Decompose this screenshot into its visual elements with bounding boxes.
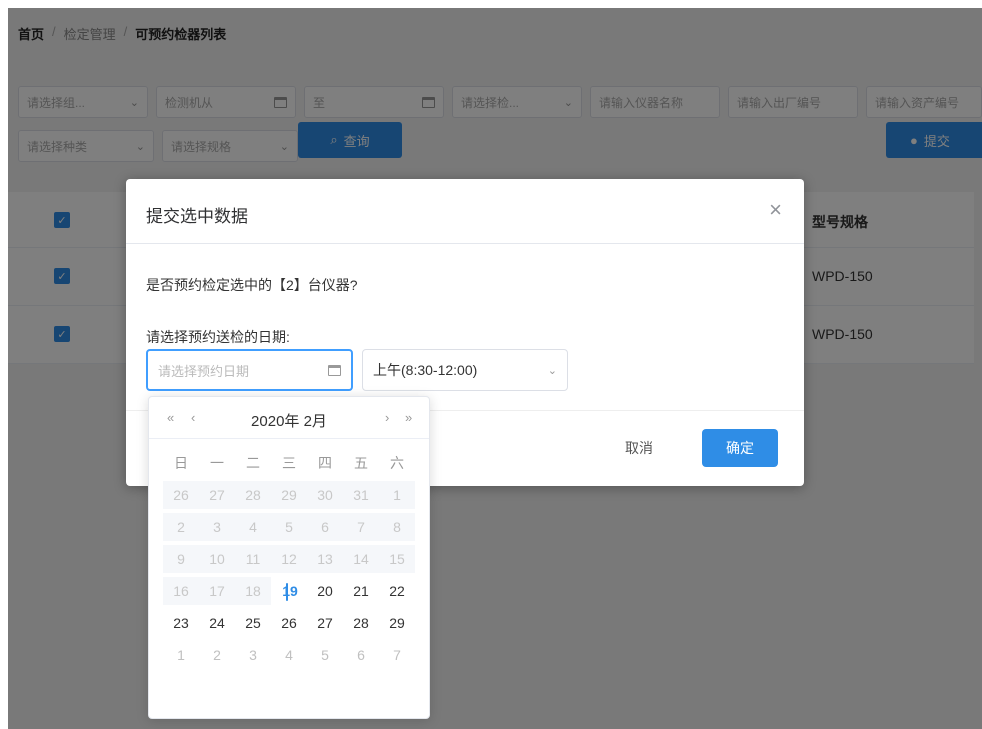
date-cell: 29	[271, 481, 307, 509]
date-cell[interactable]: 4	[271, 641, 307, 669]
date-grid: 日 一 二 三 四 五 六 26 27 28 29 30 31 1 2 3 4 …	[163, 447, 417, 671]
date-cell: 26	[163, 481, 199, 509]
date-cell: 27	[199, 481, 235, 509]
date-cell[interactable]: 27	[307, 609, 343, 637]
date-cell[interactable]: 24	[199, 609, 235, 637]
weekday-label: 五	[354, 455, 368, 471]
date-cell[interactable]: 29	[379, 609, 415, 637]
dialog-title: 提交选中数据	[146, 207, 248, 226]
next-year-icon[interactable]: »	[405, 410, 412, 425]
calendar-icon[interactable]	[328, 364, 341, 376]
weekday-label: 一	[210, 455, 224, 471]
week-row: 16 17 18 19 20 21 22	[163, 575, 417, 607]
week-row: 9 10 11 12 13 14 15	[163, 543, 417, 575]
date-picker-header: « ‹ 2020年 2月 › »	[149, 397, 429, 439]
date-cell[interactable]: 3	[235, 641, 271, 669]
date-cell: 15	[379, 545, 415, 573]
date-cell[interactable]: 26	[271, 609, 307, 637]
weekday-row: 日 一 二 三 四 五 六	[163, 447, 417, 479]
date-cell: 7	[343, 513, 379, 541]
date-cell-today[interactable]: 19	[271, 577, 307, 605]
date-cell[interactable]: 20	[307, 577, 343, 605]
date-cell[interactable]: 22	[379, 577, 415, 605]
dialog-message: 是否预约检定选中的【2】台仪器?	[146, 277, 358, 293]
date-cell[interactable]: 6	[343, 641, 379, 669]
date-cell: 10	[199, 545, 235, 573]
weekday-label: 日	[174, 455, 188, 471]
date-cell: 31	[343, 481, 379, 509]
date-cell[interactable]: 21	[343, 577, 379, 605]
date-cell: 12	[271, 545, 307, 573]
date-cell: 13	[307, 545, 343, 573]
close-icon[interactable]: ×	[769, 199, 782, 221]
weekday-label: 二	[246, 455, 260, 471]
date-cell[interactable]: 28	[343, 609, 379, 637]
week-row: 1 2 3 4 5 6 7	[163, 639, 417, 671]
date-cell: 30	[307, 481, 343, 509]
date-cell: 18	[235, 577, 271, 605]
time-slot-value: 上午(8:30-12:00)	[373, 362, 478, 378]
date-cell: 1	[379, 481, 415, 509]
date-cell[interactable]: 23	[163, 609, 199, 637]
date-cell: 2	[163, 513, 199, 541]
divider	[126, 243, 804, 244]
date-cell: 8	[379, 513, 415, 541]
confirm-button[interactable]: 确定	[702, 429, 778, 467]
date-cell[interactable]: 7	[379, 641, 415, 669]
date-cell: 6	[307, 513, 343, 541]
date-cell[interactable]: 1	[163, 641, 199, 669]
date-picker-popup: « ‹ 2020年 2月 › » 日 一 二 三 四 五 六 26 27 28 …	[148, 396, 430, 719]
reservation-date-input[interactable]: 请选择预约日期	[146, 349, 353, 391]
date-cell: 28	[235, 481, 271, 509]
next-month-icon[interactable]: ›	[385, 410, 389, 425]
date-cell: 5	[271, 513, 307, 541]
date-cell: 3	[199, 513, 235, 541]
date-placeholder: 请选择预约日期	[158, 363, 250, 379]
date-cell: 11	[235, 545, 271, 573]
date-cell[interactable]: 25	[235, 609, 271, 637]
date-cell: 4	[235, 513, 271, 541]
date-cell: 16	[163, 577, 199, 605]
time-slot-select[interactable]: 上午(8:30-12:00) ⌄	[362, 349, 568, 391]
cancel-button[interactable]: 取消	[604, 429, 674, 467]
date-cell: 14	[343, 545, 379, 573]
weekday-label: 三	[282, 455, 296, 471]
chevron-down-icon: ⌄	[547, 364, 557, 377]
week-row: 23 24 25 26 27 28 29	[163, 607, 417, 639]
date-cell[interactable]: 2	[199, 641, 235, 669]
date-label: 请选择预约送检的日期:	[146, 329, 290, 345]
date-cell: 17	[199, 577, 235, 605]
weekday-label: 六	[390, 455, 404, 471]
week-row: 26 27 28 29 30 31 1	[163, 479, 417, 511]
week-row: 2 3 4 5 6 7 8	[163, 511, 417, 543]
date-cell[interactable]: 5	[307, 641, 343, 669]
date-cell: 9	[163, 545, 199, 573]
weekday-label: 四	[318, 455, 332, 471]
